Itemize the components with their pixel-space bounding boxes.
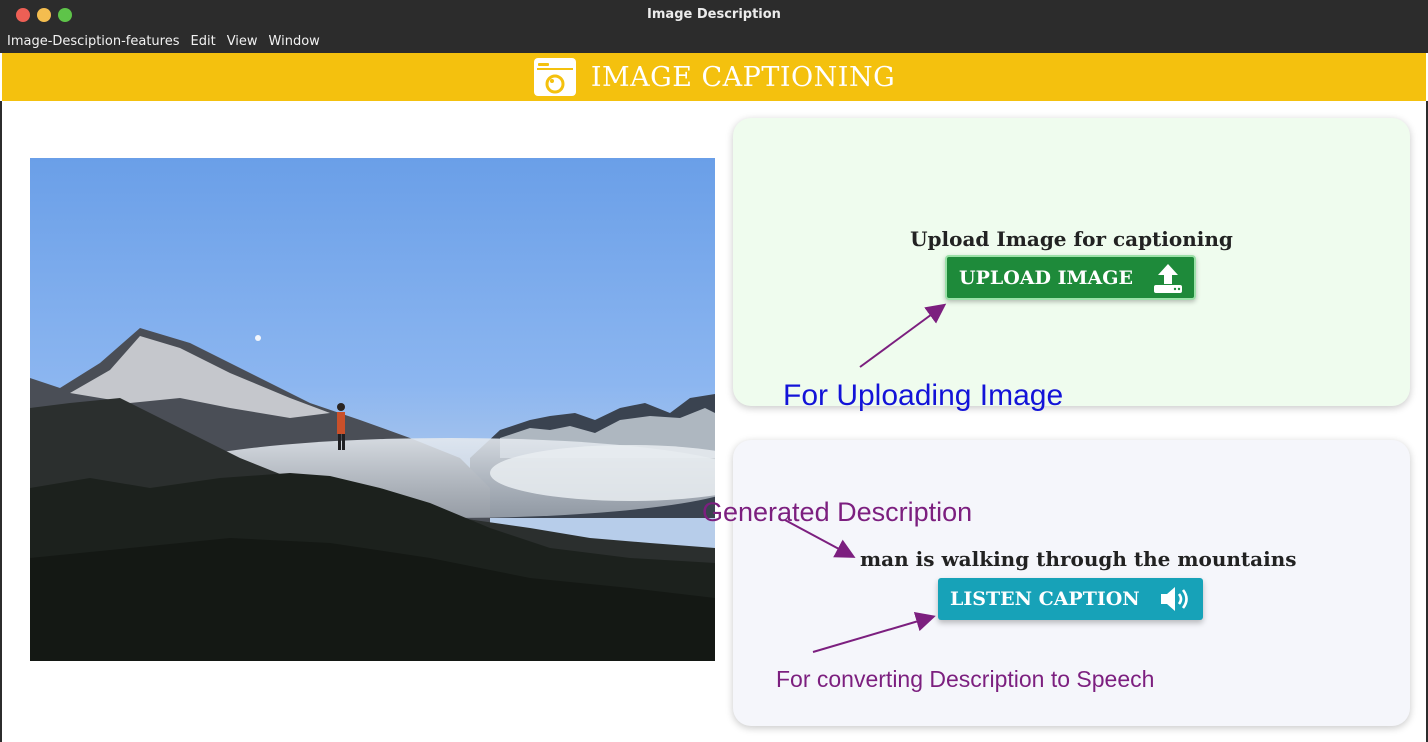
speaker-icon xyxy=(1159,584,1193,614)
app-header: IMAGE CAPTIONING xyxy=(2,53,1426,101)
menu-window[interactable]: Window xyxy=(269,34,320,49)
generated-caption: man is walking through the mountains xyxy=(860,547,1297,571)
annotation-upload: For Uploading Image xyxy=(783,379,1064,412)
upload-image-button[interactable]: UPLOAD IMAGE xyxy=(945,255,1196,300)
menu-edit[interactable]: Edit xyxy=(191,34,216,49)
upload-icon xyxy=(1152,262,1184,294)
camera-icon xyxy=(533,57,577,97)
annotation-speech: For converting Description to Speech xyxy=(776,666,1155,692)
upload-heading: Upload Image for captioning xyxy=(910,227,1233,251)
listen-caption-button[interactable]: LISTEN CAPTION xyxy=(938,578,1203,620)
menu-app[interactable]: Image-Desciption-features xyxy=(7,34,180,49)
window-title: Image Description xyxy=(647,7,781,22)
app-title: IMAGE CAPTIONING xyxy=(590,61,896,93)
window-titlebar: Image Description xyxy=(0,0,1428,30)
listen-button-label: LISTEN CAPTION xyxy=(950,588,1140,610)
menu-view[interactable]: View xyxy=(227,34,258,49)
upload-button-label: UPLOAD IMAGE xyxy=(959,266,1133,289)
uploaded-photo xyxy=(30,158,715,661)
annotation-generated: Generated Description xyxy=(702,497,973,527)
menu-bar: Image-Desciption-features Edit View Wind… xyxy=(0,30,1428,53)
